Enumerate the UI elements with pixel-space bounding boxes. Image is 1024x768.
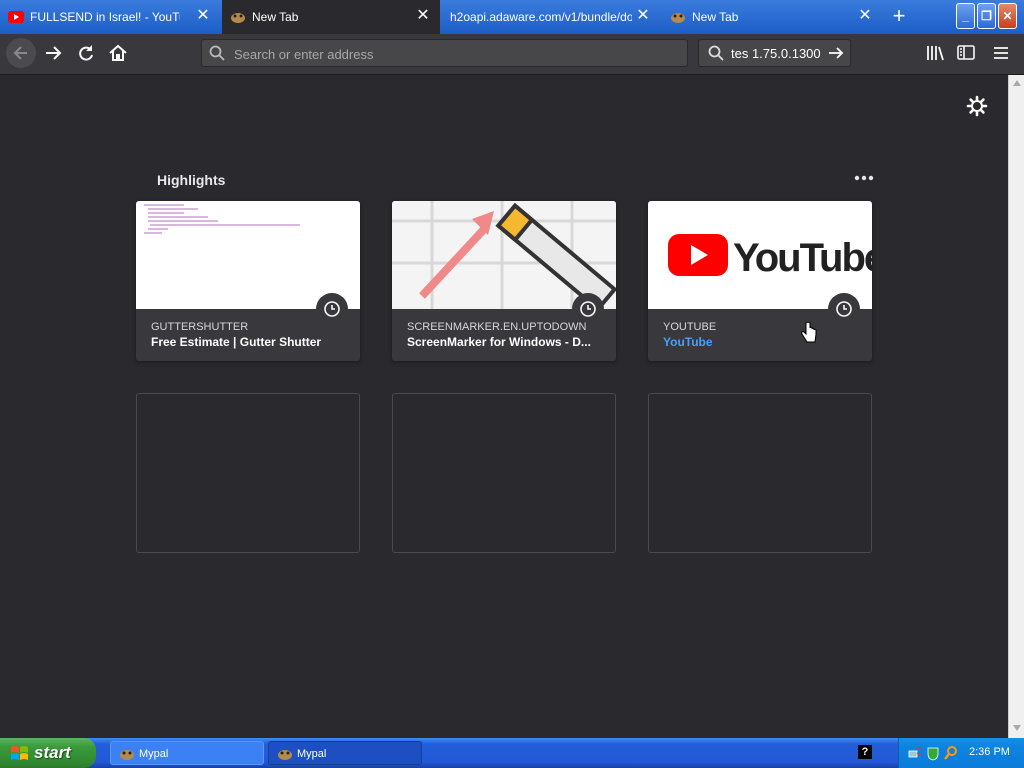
tab-new-tab-active[interactable]: New Tab ✕ bbox=[222, 0, 440, 34]
search-input-value[interactable]: tes 1.75.0.1300 bbox=[731, 46, 821, 61]
taskbar-item-label: Mypal bbox=[139, 748, 169, 760]
scroll-up-icon[interactable] bbox=[1012, 79, 1022, 87]
new-tab-button[interactable]: + bbox=[886, 5, 912, 29]
gear-icon[interactable] bbox=[966, 95, 988, 117]
tab-title: New Tab bbox=[252, 10, 299, 24]
tab-strip: FULLSEND in Israel! - YouTube ✕ New Tab … bbox=[0, 0, 1024, 34]
home-icon bbox=[109, 44, 127, 61]
card-title: Free Estimate | Gutter Shutter bbox=[151, 335, 322, 349]
hand-cursor-icon bbox=[801, 322, 817, 343]
clock-icon bbox=[836, 301, 852, 317]
reload-icon bbox=[79, 45, 93, 61]
highlight-card[interactable]: GUTTERSHUTTER Free Estimate | Gutter Shu… bbox=[136, 201, 360, 361]
card-hostname: GUTTERSHUTTER bbox=[151, 321, 249, 333]
close-tab-icon[interactable]: ✕ bbox=[636, 8, 650, 24]
system-tray: 2:36 PM bbox=[898, 738, 1024, 768]
windows-taskbar: start Mypal Mypal ? 2:36 PM bbox=[0, 738, 1024, 768]
tab-title: New Tab bbox=[692, 10, 739, 24]
highlight-card[interactable]: SCREENMARKER.EN.UPTODOWN ScreenMarker fo… bbox=[392, 201, 616, 361]
card-title: ScreenMarker for Windows - D... bbox=[407, 335, 591, 349]
go-arrow-icon[interactable] bbox=[827, 45, 845, 61]
start-button[interactable]: start bbox=[0, 738, 96, 768]
card-hostname: SCREENMARKER.EN.UPTODOWN bbox=[407, 321, 587, 333]
clock-icon bbox=[324, 301, 340, 317]
highlight-card[interactable]: YouTube YOUTUBE YouTube bbox=[648, 201, 872, 361]
scroll-down-icon[interactable] bbox=[1012, 724, 1022, 732]
taskbar-item-label: Mypal bbox=[297, 748, 327, 760]
maximize-button[interactable]: ❐ bbox=[977, 3, 996, 29]
history-badge bbox=[828, 293, 860, 325]
new-tab-page: Highlights GUTTERSHUTTER Free Estimate |… bbox=[0, 75, 1008, 738]
search-bar[interactable]: tes 1.75.0.1300 bbox=[698, 39, 851, 67]
search-icon bbox=[708, 45, 724, 61]
empty-highlight-slot bbox=[392, 393, 616, 553]
youtube-logo-text: YouTube bbox=[733, 236, 872, 280]
mypal-icon bbox=[231, 13, 245, 23]
youtube-icon bbox=[8, 11, 24, 23]
card-hostname: YOUTUBE bbox=[663, 321, 717, 333]
tab-youtube[interactable]: FULLSEND in Israel! - YouTube ✕ bbox=[0, 0, 220, 34]
forward-button[interactable] bbox=[40, 38, 68, 68]
clock-text: 2:36 PM bbox=[969, 746, 1010, 758]
back-button[interactable] bbox=[6, 38, 36, 68]
tab-adaware[interactable]: h2oapi.adaware.com/v1/bundle/down ✕ bbox=[442, 0, 660, 34]
start-label: start bbox=[34, 743, 71, 762]
tab-new-tab[interactable]: New Tab ✕ bbox=[662, 0, 882, 34]
close-tab-icon[interactable]: ✕ bbox=[416, 8, 430, 24]
network-icon[interactable] bbox=[907, 745, 923, 761]
minimize-button[interactable]: _ bbox=[956, 3, 975, 29]
home-button[interactable] bbox=[104, 38, 132, 68]
tab-title: h2oapi.adaware.com/v1/bundle/down bbox=[450, 10, 632, 24]
reload-button[interactable] bbox=[72, 38, 100, 68]
more-options-icon[interactable] bbox=[852, 171, 876, 185]
sidebar-icon[interactable] bbox=[955, 42, 977, 64]
library-icon[interactable] bbox=[924, 42, 946, 64]
magnifier-icon[interactable] bbox=[943, 745, 959, 761]
forward-arrow-icon bbox=[46, 46, 62, 60]
address-input[interactable] bbox=[232, 44, 676, 64]
vertical-scrollbar[interactable] bbox=[1008, 75, 1024, 738]
address-bar[interactable] bbox=[201, 39, 688, 67]
taskbar-item[interactable]: Mypal bbox=[110, 741, 264, 765]
close-tab-icon[interactable]: ✕ bbox=[196, 8, 210, 24]
taskbar-item-active[interactable]: Mypal bbox=[268, 741, 422, 765]
mypal-icon bbox=[671, 13, 685, 23]
search-icon bbox=[209, 45, 225, 61]
empty-highlight-slot bbox=[648, 393, 872, 553]
close-tab-icon[interactable]: ✕ bbox=[858, 8, 872, 24]
tab-title: FULLSEND in Israel! - YouTube bbox=[30, 10, 180, 24]
menu-icon[interactable] bbox=[990, 42, 1012, 64]
highlights-heading: Highlights bbox=[157, 172, 226, 188]
empty-highlight-slot bbox=[136, 393, 360, 553]
mypal-icon bbox=[278, 750, 292, 760]
shield-icon[interactable] bbox=[925, 745, 941, 761]
windows-logo-icon bbox=[11, 746, 28, 760]
nav-toolbar: tes 1.75.0.1300 bbox=[0, 34, 1024, 75]
mypal-icon bbox=[120, 750, 134, 760]
card-title: YouTube bbox=[663, 335, 713, 349]
help-icon[interactable]: ? bbox=[858, 745, 872, 759]
back-arrow-icon bbox=[13, 46, 27, 60]
close-window-button[interactable]: ✕ bbox=[998, 3, 1017, 29]
history-badge bbox=[316, 293, 348, 325]
